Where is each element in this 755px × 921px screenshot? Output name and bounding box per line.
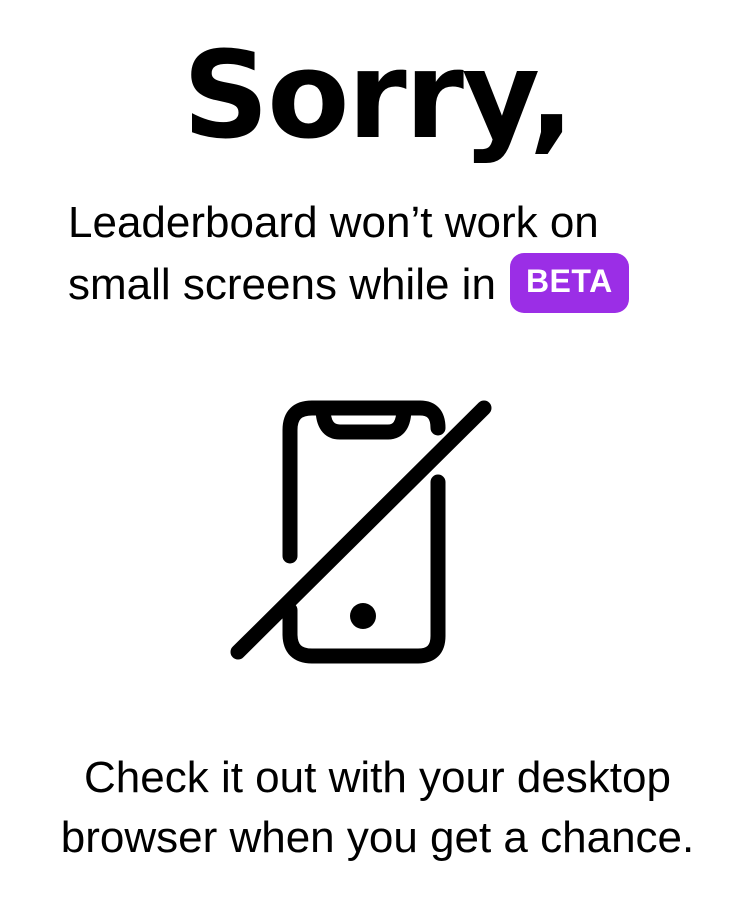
page-title: Sorry, — [182, 27, 575, 166]
footer-line-1: Check it out with your desktop — [84, 753, 671, 802]
footer-message: Check it out with your desktop browser w… — [0, 748, 755, 868]
unsupported-message: Leaderboard won’t work on small screens … — [68, 192, 708, 317]
message-line-2: small screens while in — [68, 260, 496, 309]
beta-badge: BETA — [509, 253, 629, 314]
message-line-1: Leaderboard won’t work on — [68, 198, 599, 247]
phone-disabled-icon — [230, 400, 492, 664]
message-line-2-row: small screens while in BETA — [68, 253, 708, 317]
footer-line-2: browser when you get a chance. — [60, 813, 695, 862]
phone-home-dot — [350, 603, 376, 629]
